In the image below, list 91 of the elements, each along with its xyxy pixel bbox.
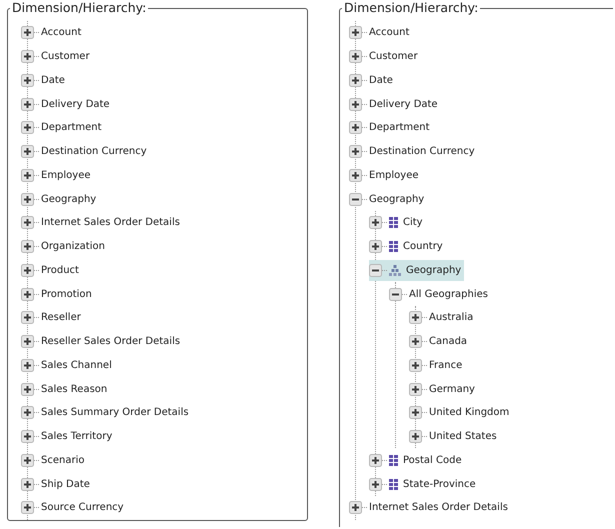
expand-icon[interactable]: [21, 121, 34, 134]
expand-icon[interactable]: [409, 430, 422, 444]
tree-item[interactable]: Geography: [21, 187, 100, 211]
tree-item[interactable]: Country: [369, 234, 446, 258]
tree-item[interactable]: All Geographies: [389, 282, 492, 306]
tree-item[interactable]: Delivery Date: [349, 92, 441, 116]
expand-icon[interactable]: [409, 382, 422, 396]
expand-icon[interactable]: [369, 216, 382, 230]
tree-item[interactable]: Promotion: [21, 282, 95, 306]
tree-item[interactable]: Internet Sales Order Details: [21, 211, 183, 235]
tree-item[interactable]: Organization: [21, 234, 108, 258]
expand-icon[interactable]: [21, 50, 34, 64]
expand-icon[interactable]: [21, 145, 34, 158]
attribute-icon: [389, 241, 398, 252]
expand-icon[interactable]: [21, 240, 34, 254]
expand-icon[interactable]: [21, 358, 34, 372]
attribute-icon: [389, 217, 398, 228]
attribute-icon: [389, 478, 398, 490]
tree-item[interactable]: Date: [21, 68, 68, 92]
expand-icon[interactable]: [21, 311, 34, 324]
hierarchy-icon: [389, 264, 401, 276]
expand-icon[interactable]: [369, 454, 382, 467]
expand-icon[interactable]: [21, 216, 34, 230]
tree-item[interactable]: Geography: [369, 260, 464, 281]
collapse-icon[interactable]: [389, 288, 402, 301]
attribute-icon: [389, 454, 398, 466]
tree-item[interactable]: City: [369, 211, 426, 235]
expand-icon[interactable]: [349, 145, 362, 158]
tree-item[interactable]: Scenario: [21, 448, 88, 472]
collapse-icon[interactable]: [349, 192, 362, 206]
tree-item[interactable]: Postal Code: [369, 448, 465, 472]
expand-icon[interactable]: [409, 311, 422, 324]
expand-icon[interactable]: [21, 501, 34, 514]
tree-item[interactable]: Sales Reason: [21, 377, 110, 401]
expand-icon[interactable]: [349, 50, 362, 64]
tree-item[interactable]: Geography: [349, 187, 428, 211]
tree-item[interactable]: Canada: [409, 330, 470, 354]
tree-item[interactable]: Sales Territory: [21, 424, 116, 448]
expand-icon[interactable]: [21, 288, 34, 301]
tree-item[interactable]: Date: [349, 68, 396, 92]
panel-legend: Dimension/Hierarchy:: [10, 2, 148, 15]
expand-icon[interactable]: [21, 478, 34, 491]
tree-item[interactable]: Employee: [349, 164, 422, 188]
expand-icon[interactable]: [21, 168, 34, 182]
tree-item[interactable]: Department: [349, 116, 433, 140]
tree-item[interactable]: United States: [409, 424, 500, 448]
tree-item[interactable]: Customer: [349, 44, 421, 68]
tree-item[interactable]: Source Currency: [21, 496, 127, 520]
panel-legend: Dimension/Hierarchy:: [342, 2, 480, 15]
expand-icon[interactable]: [21, 335, 34, 348]
expand-icon[interactable]: [349, 168, 362, 182]
tree-item[interactable]: Sales Channel: [21, 354, 115, 378]
tree-item[interactable]: United Kingdom: [409, 400, 512, 425]
tree-item[interactable]: Australia: [409, 306, 476, 330]
tree-item[interactable]: Delivery Date: [21, 92, 113, 116]
expand-icon[interactable]: [369, 478, 382, 491]
collapse-icon[interactable]: [369, 264, 382, 277]
tree-item[interactable]: Account: [21, 21, 84, 45]
expand-icon[interactable]: [349, 98, 362, 111]
tree-item[interactable]: Product: [21, 258, 82, 282]
tree-item[interactable]: Ship Date: [21, 472, 93, 496]
tree-item[interactable]: Department: [21, 116, 105, 140]
tree-item[interactable]: France: [409, 353, 466, 378]
tree-item[interactable]: Sales Summary Order Details: [21, 401, 192, 425]
expand-icon[interactable]: [21, 454, 34, 467]
tree-item[interactable]: Reseller Sales Order Details: [21, 330, 184, 354]
expand-icon[interactable]: [21, 74, 34, 87]
tree-item[interactable]: State-Province: [369, 472, 479, 496]
expand-icon[interactable]: [21, 264, 34, 277]
expand-icon[interactable]: [349, 26, 362, 40]
expand-icon[interactable]: [21, 382, 34, 396]
expand-icon[interactable]: [409, 406, 422, 420]
tree-item[interactable]: Customer: [21, 44, 93, 68]
expand-icon[interactable]: [21, 26, 34, 40]
tree-item[interactable]: Destination Currency: [21, 140, 150, 164]
tree-item[interactable]: Employee: [21, 164, 94, 188]
tree-item[interactable]: Internet Sales Order Details: [349, 496, 511, 520]
expand-icon[interactable]: [349, 74, 362, 87]
tree-item[interactable]: Germany: [409, 377, 478, 401]
tree-item[interactable]: Reseller: [21, 306, 84, 330]
expand-icon[interactable]: [409, 358, 422, 372]
expand-icon[interactable]: [21, 98, 34, 111]
tree-item[interactable]: Destination Currency: [349, 140, 478, 164]
expand-icon[interactable]: [369, 240, 382, 254]
expand-icon[interactable]: [21, 192, 34, 206]
tree-item[interactable]: Account: [349, 21, 412, 45]
expand-icon[interactable]: [349, 501, 362, 514]
expand-icon[interactable]: [21, 430, 34, 444]
expand-icon[interactable]: [409, 335, 422, 348]
expand-icon[interactable]: [21, 406, 34, 420]
expand-icon[interactable]: [349, 121, 362, 134]
